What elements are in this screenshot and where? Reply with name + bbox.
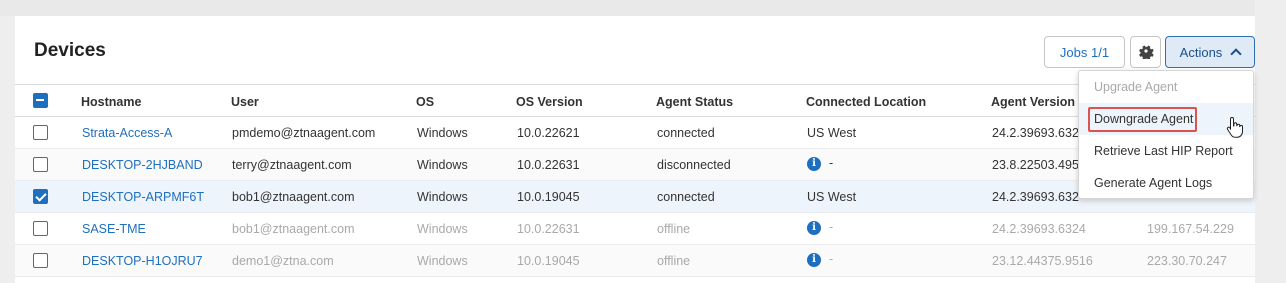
select-all-checkbox[interactable]: [33, 93, 48, 108]
agent-version-cell: 24.2.39693.6324: [992, 222, 1086, 236]
os-cell: Windows: [417, 222, 468, 236]
location-cell: US West: [807, 190, 857, 204]
highlight-box: [1088, 107, 1197, 132]
hostname-link[interactable]: SASE-TME: [82, 222, 146, 236]
right-gutter: [1255, 0, 1286, 283]
agent-version-cell: 23.12.44375.9516: [992, 254, 1093, 268]
location-cell: US West: [807, 126, 857, 140]
agent-status-cell: connected: [657, 126, 715, 140]
location-text: -: [829, 220, 834, 234]
os-cell: Windows: [417, 254, 468, 268]
agent-version-cell: 24.2.39693.632: [992, 190, 1079, 204]
table-row[interactable]: DESKTOP-2HJBAND terry@ztnaagent.com Wind…: [15, 149, 1255, 181]
agent-status-cell: offline: [657, 222, 691, 236]
column-header-hostname[interactable]: Hostname: [81, 95, 141, 109]
location-text: -: [829, 252, 834, 266]
column-header-agent-status[interactable]: Agent Status: [656, 95, 733, 109]
menu-item-generate-agent-logs[interactable]: Generate Agent Logs: [1079, 167, 1253, 199]
location-cell: i-: [807, 220, 833, 235]
settings-button[interactable]: [1130, 36, 1161, 68]
table-header: Hostname User OS OS Version Agent Status…: [15, 84, 1255, 117]
user-cell: bob1@ztnaagent.com: [232, 190, 355, 204]
user-cell: pmdemo@ztnaagent.com: [232, 126, 376, 140]
chevron-up-icon: [1230, 48, 1242, 60]
actions-label: Actions: [1179, 44, 1223, 60]
os-cell: Windows: [417, 158, 468, 172]
row-checkbox[interactable]: [33, 189, 48, 204]
hostname-link[interactable]: DESKTOP-H1OJRU7: [82, 254, 203, 268]
agent-status-cell: connected: [657, 190, 715, 204]
os-version-cell: 10.0.22631: [517, 222, 580, 236]
row-checkbox[interactable]: [33, 253, 48, 268]
menu-item-upgrade-agent: Upgrade Agent: [1094, 80, 1178, 94]
os-version-cell: 10.0.22621: [517, 126, 580, 140]
hostname-link[interactable]: DESKTOP-ARPMF6T: [82, 190, 204, 204]
user-cell: bob1@ztnaagent.com: [232, 222, 355, 236]
column-header-os[interactable]: OS: [416, 95, 434, 109]
row-checkbox[interactable]: [33, 221, 48, 236]
page-title: Devices: [34, 40, 106, 61]
actions-button[interactable]: Actions: [1165, 36, 1255, 68]
os-version-cell: 10.0.19045: [517, 190, 580, 204]
jobs-button[interactable]: Jobs 1/1: [1044, 36, 1125, 68]
agent-version-cell: 23.8.22503.495: [992, 158, 1079, 172]
os-version-cell: 10.0.22631: [517, 158, 580, 172]
top-band: [0, 0, 1286, 16]
hand-pointer-icon: [1226, 116, 1244, 143]
hostname-link[interactable]: DESKTOP-2HJBAND: [82, 158, 203, 172]
hostname-link[interactable]: Strata-Access-A: [82, 126, 172, 140]
info-icon[interactable]: i: [807, 252, 821, 267]
table-row[interactable]: DESKTOP-H1OJRU7 demo1@ztna.com Windows 1…: [15, 245, 1255, 277]
agent-status-cell: offline: [657, 254, 691, 268]
table-row[interactable]: DESKTOP-ARPMF6T bob1@ztnaagent.com Windo…: [15, 181, 1255, 213]
table-row[interactable]: Strata-Access-A pmdemo@ztnaagent.com Win…: [15, 117, 1255, 149]
column-header-os-version[interactable]: OS Version: [516, 95, 583, 109]
column-header-connected-location[interactable]: Connected Location: [806, 95, 926, 109]
info-icon[interactable]: i: [807, 156, 821, 171]
ip-cell: 223.30.70.247: [1147, 254, 1227, 268]
info-icon[interactable]: i: [807, 220, 821, 235]
table-row[interactable]: SASE-TME bob1@ztnaagent.com Windows 10.0…: [15, 213, 1255, 245]
gear-icon: [1138, 43, 1154, 62]
location-text: -: [829, 156, 834, 170]
agent-status-cell: disconnected: [657, 158, 731, 172]
location-cell: i-: [807, 252, 833, 267]
column-header-user[interactable]: User: [231, 95, 259, 109]
user-cell: terry@ztnaagent.com: [232, 158, 352, 172]
os-version-cell: 10.0.19045: [517, 254, 580, 268]
os-cell: Windows: [417, 126, 468, 140]
ip-cell: 199.167.54.229: [1147, 222, 1234, 236]
column-header-agent-version[interactable]: Agent Version: [991, 95, 1075, 109]
row-checkbox[interactable]: [33, 125, 48, 140]
location-cell: i-: [807, 156, 833, 171]
row-checkbox[interactable]: [33, 157, 48, 172]
agent-version-cell: 24.2.39693.632: [992, 126, 1079, 140]
user-cell: demo1@ztna.com: [232, 254, 334, 268]
os-cell: Windows: [417, 190, 468, 204]
